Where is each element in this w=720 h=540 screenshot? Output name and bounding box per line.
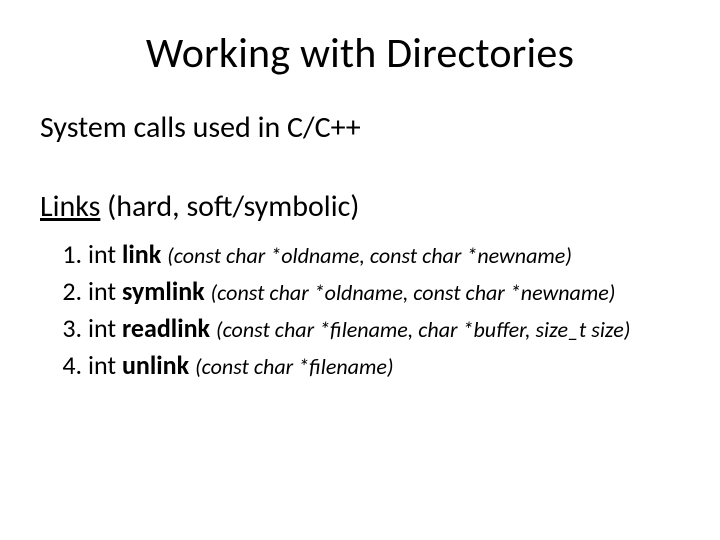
return-type: int (88, 238, 122, 270)
function-args: (const char *filename, char *buffer, siz… (216, 316, 631, 343)
list-item: int link (const char *oldname, const cha… (88, 237, 680, 272)
return-type: int (88, 312, 122, 344)
function-args: (const char *filename) (195, 353, 394, 380)
section-heading-rest: (hard, soft/symbolic) (100, 188, 359, 225)
function-name: readlink (122, 312, 216, 344)
list-item: int readlink (const char *filename, char… (88, 311, 680, 346)
function-name: link (122, 238, 167, 270)
function-args: (const char *oldname, const char *newnam… (211, 279, 616, 306)
section-heading-underlined: Links (40, 188, 100, 225)
slide: Working with Directories System calls us… (0, 0, 720, 540)
function-name: symlink (122, 275, 211, 307)
list-item: int unlink (const char *filename) (88, 348, 680, 383)
function-name: unlink (122, 349, 195, 381)
slide-title: Working with Directories (40, 28, 680, 79)
return-type: int (88, 275, 122, 307)
return-type: int (88, 349, 122, 381)
function-args: (const char *oldname, const char *newnam… (167, 242, 572, 269)
list-item: int symlink (const char *oldname, const … (88, 274, 680, 309)
section-heading: Links (hard, soft/symbolic) (40, 188, 680, 225)
slide-subtitle: System calls used in C/C++ (40, 109, 680, 146)
function-list: int link (const char *oldname, const cha… (40, 237, 680, 383)
